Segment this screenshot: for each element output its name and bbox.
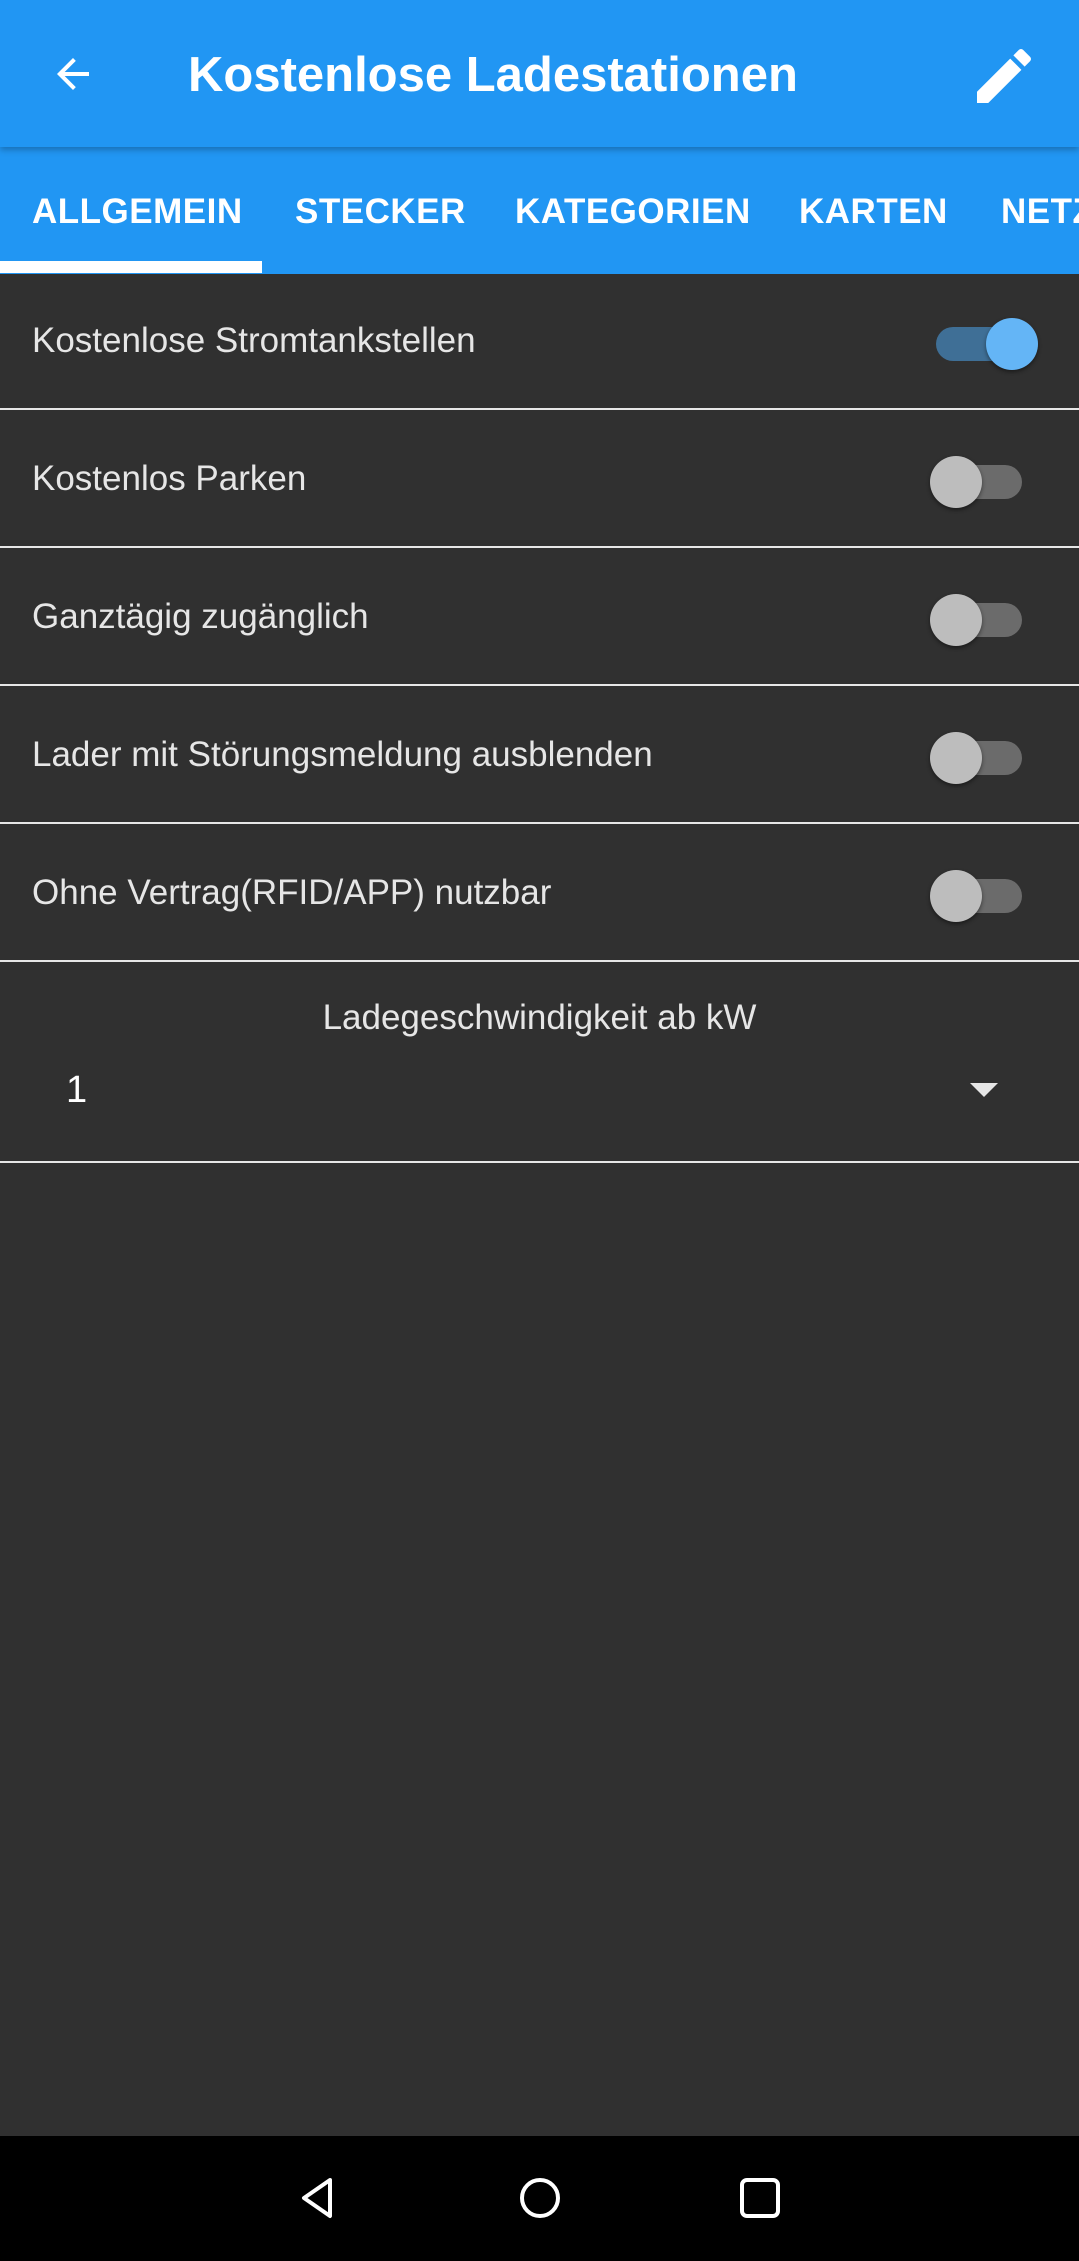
tab-kategorien[interactable]: KATEGORIEN — [515, 147, 751, 274]
charging-speed-value: 1 — [66, 1069, 88, 1111]
tab-stecker[interactable]: STECKER — [295, 147, 466, 274]
charging-speed-dropdown[interactable]: 1 — [0, 1063, 1079, 1143]
edit-button[interactable] — [958, 30, 1050, 122]
system-nav-bar — [0, 2136, 1079, 2261]
switch-thumb — [930, 870, 982, 922]
setting-row-free-parking: Kostenlos Parken — [0, 412, 1079, 548]
tab-bar: ALLGEMEIN STECKER KATEGORIEN KARTEN NETZ — [0, 147, 1079, 274]
setting-row-no-contract: Ohne Vertrag(RFID/APP) nutzbar — [0, 826, 1079, 962]
switch-thumb — [930, 594, 982, 646]
tab-karten[interactable]: KARTEN — [799, 147, 948, 274]
setting-label: Ohne Vertrag(RFID/APP) nutzbar — [32, 873, 552, 912]
page-title: Kostenlose Ladestationen — [188, 48, 798, 102]
tab-selected-indicator — [0, 261, 262, 273]
setting-row-free-charging: Kostenlose Stromtankstellen — [0, 274, 1079, 410]
back-triangle-icon — [302, 2178, 332, 2218]
switch-thumb — [930, 732, 982, 784]
charging-speed-label: Ladegeschwindigkeit ab kW — [322, 998, 757, 1037]
setting-label: Ganztägig zugänglich — [32, 597, 369, 636]
switch-thumb — [930, 456, 982, 508]
setting-label: Kostenlos Parken — [32, 459, 307, 498]
toggle-switch[interactable] — [930, 310, 1040, 372]
recents-square-icon — [740, 2178, 780, 2218]
nav-back-button[interactable] — [278, 2158, 358, 2238]
tab-allgemein[interactable]: ALLGEMEIN — [32, 147, 243, 274]
arrow-left-icon — [57, 58, 89, 90]
toggle-switch[interactable] — [930, 448, 1040, 510]
pencil-icon — [977, 48, 1032, 103]
switch-thumb — [986, 318, 1038, 370]
setting-row-all-day-access: Ganztägig zugänglich — [0, 550, 1079, 686]
toggle-switch[interactable] — [930, 724, 1040, 786]
back-button[interactable] — [28, 34, 118, 114]
home-circle-icon — [520, 2178, 560, 2218]
toggle-switch[interactable] — [930, 862, 1040, 924]
tab-netz[interactable]: NETZ — [1001, 147, 1079, 274]
dropdown-arrow-icon — [970, 1083, 998, 1097]
setting-row-hide-faulty: Lader mit Störungsmeldung ausblenden — [0, 688, 1079, 824]
charging-speed-section: Ladegeschwindigkeit ab kW 1 — [0, 963, 1079, 1163]
app-bar: Kostenlose Ladestationen — [0, 0, 1079, 147]
setting-label: Lader mit Störungsmeldung ausblenden — [32, 735, 653, 774]
nav-home-button[interactable] — [500, 2158, 580, 2238]
setting-label: Kostenlose Stromtankstellen — [32, 321, 476, 360]
toggle-switch[interactable] — [930, 586, 1040, 648]
nav-recents-button[interactable] — [720, 2158, 800, 2238]
